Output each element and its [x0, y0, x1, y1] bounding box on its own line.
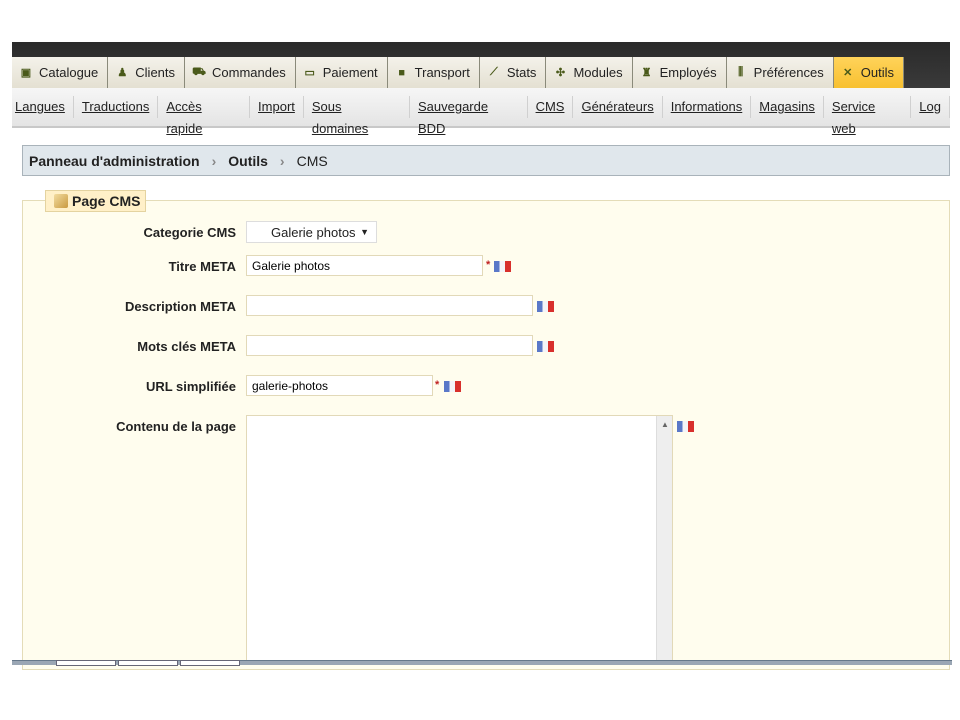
tab-label: Commandes — [212, 65, 286, 80]
meta-keywords-label: Mots clés META — [137, 339, 236, 354]
breadcrumb-section[interactable]: Outils — [228, 153, 268, 169]
user-icon: ♟ — [117, 67, 128, 79]
meta-title-input[interactable] — [246, 255, 483, 276]
subnav-langues[interactable]: Langues — [12, 96, 74, 118]
flag-fr-icon[interactable] — [677, 421, 694, 432]
sliders-icon: ⫼ — [738, 66, 744, 78]
tab-label: Modules — [573, 65, 623, 80]
card-icon: ▭ — [304, 67, 315, 79]
category-value: Galerie photos — [271, 225, 356, 240]
chevron-right-icon: › — [211, 152, 217, 169]
meta-description-label: Description META — [125, 299, 236, 314]
tab-label: Préférences — [753, 65, 824, 80]
main-tabs: ▣ Catalogue ♟ Clients ⛟ Commandes ▭ Paiement… — [12, 57, 904, 88]
subnav-cms[interactable]: CMS — [528, 96, 574, 118]
truck-icon: ■ — [398, 66, 405, 79]
tab-commandes[interactable]: ⛟ Commandes — [185, 57, 296, 88]
subnav-sous-domaines[interactable]: Sous domaines — [304, 96, 410, 136]
sub-navigation: Langues Traductions Accès rapide Import … — [12, 88, 950, 136]
meta-keywords-input[interactable] — [246, 335, 533, 356]
cart-icon: ⛟ — [192, 65, 206, 78]
tab-outils[interactable]: ✕ Outils — [833, 57, 904, 88]
content-textarea[interactable]: ▲ — [246, 415, 673, 665]
content-label: Contenu de la page — [116, 419, 236, 434]
url-label: URL simplifiée — [145, 379, 236, 394]
tab-label: Catalogue — [39, 65, 99, 80]
subnav-magasins[interactable]: Magasins — [751, 96, 824, 118]
subnav-import[interactable]: Import — [250, 96, 304, 118]
chevron-right-icon: › — [279, 152, 285, 169]
flag-fr-icon[interactable] — [494, 261, 511, 272]
tab-preferences[interactable]: ⫼ Préférences — [726, 57, 834, 88]
meta-description-input[interactable] — [246, 295, 533, 316]
required-mark: * — [435, 379, 440, 391]
required-mark: * — [486, 259, 491, 271]
taskbar-item[interactable] — [56, 660, 116, 666]
puzzle-icon: ✣ — [555, 67, 566, 79]
flag-fr-icon[interactable] — [444, 381, 461, 392]
tab-label: Clients — [135, 65, 176, 80]
taskbar-item[interactable] — [118, 660, 178, 666]
textarea-scrollbar[interactable]: ▲ — [656, 416, 672, 664]
taskbar-item[interactable] — [180, 660, 240, 666]
breadcrumb-current: CMS — [296, 152, 328, 169]
tab-paiement[interactable]: ▭ Paiement — [295, 57, 388, 88]
meta-title-label: Titre META — [168, 259, 236, 274]
form-legend: Page CMS — [45, 190, 146, 212]
tab-clients[interactable]: ♟ Clients — [108, 57, 186, 88]
book-icon: ▣ — [20, 67, 32, 79]
legend-text: Page CMS — [72, 193, 141, 209]
breadcrumb-root[interactable]: Panneau d'administration — [29, 153, 200, 169]
tab-label: Employés — [659, 65, 717, 80]
flag-fr-icon[interactable] — [537, 301, 554, 312]
subnav-service-web[interactable]: Service web — [824, 96, 912, 136]
subnav-informations[interactable]: Informations — [663, 96, 752, 118]
url-input[interactable] — [246, 375, 433, 396]
tab-transport[interactable]: ■ Transport — [387, 57, 480, 88]
subnav-generateurs[interactable]: Générateurs — [573, 96, 663, 118]
subnav-log[interactable]: Log — [911, 96, 950, 118]
tab-catalogue[interactable]: ▣ Catalogue — [12, 57, 109, 88]
subnav-acces-rapide[interactable]: Accès rapide — [158, 96, 251, 136]
scroll-up-icon[interactable]: ▲ — [661, 420, 669, 429]
tab-stats[interactable]: ⟋ Stats — [479, 57, 547, 88]
category-select[interactable]: Galerie photos ▼ — [246, 221, 377, 243]
tab-label: Paiement — [322, 65, 378, 80]
tab-employes[interactable]: ♜ Employés — [632, 57, 727, 88]
flag-fr-icon[interactable] — [537, 341, 554, 352]
tab-label: Outils — [860, 65, 894, 80]
subnav-sauvegarde-bdd[interactable]: Sauvegarde BDD — [410, 96, 528, 136]
breadcrumb: Panneau d'administration › Outils › CMS — [22, 145, 950, 176]
tab-modules[interactable]: ✣ Modules — [546, 57, 633, 88]
tools-icon: ✕ — [843, 67, 853, 79]
tab-label: Stats — [506, 65, 537, 80]
edit-page-icon — [54, 194, 68, 208]
category-label: Categorie CMS — [143, 225, 236, 240]
subnav-traductions[interactable]: Traductions — [74, 96, 159, 118]
caret-down-icon: ▼ — [360, 227, 369, 237]
tab-label: Transport — [414, 65, 470, 80]
group-icon: ♜ — [641, 67, 652, 79]
chart-icon: ⟋ — [489, 66, 498, 78]
